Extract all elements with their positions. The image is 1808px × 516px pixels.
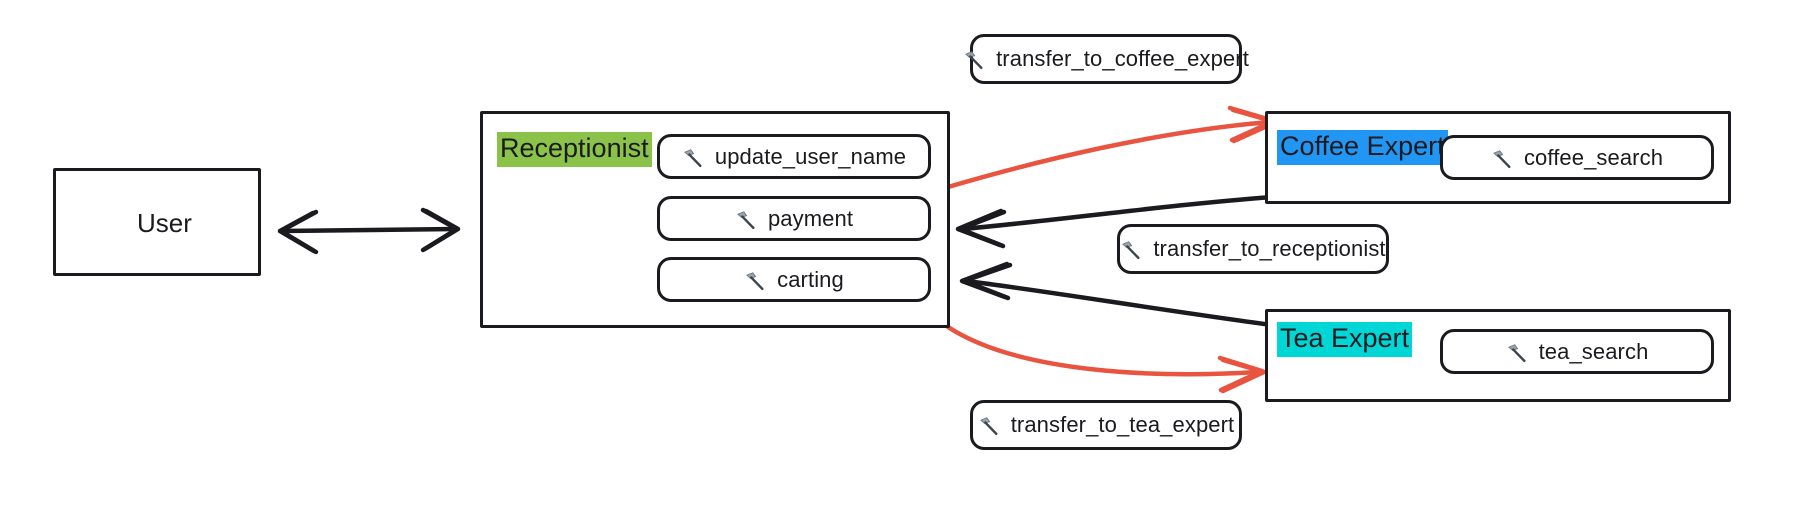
edge-label-text: transfer_to_coffee_expert bbox=[996, 46, 1249, 71]
hammer-icon bbox=[1120, 239, 1142, 261]
edge-label-transfer-to-coffee-expert[interactable]: transfer_to_coffee_expert bbox=[965, 34, 1249, 84]
tool-label: coffee_search bbox=[1523, 144, 1664, 170]
tool-pill-tea-search[interactable]: tea_search bbox=[1440, 329, 1714, 374]
hammer-icon bbox=[682, 147, 704, 169]
tool-pill-carting[interactable]: carting bbox=[657, 257, 931, 302]
hammer-icon bbox=[963, 49, 985, 71]
node-coffee-expert-label: Coffee Expert bbox=[1277, 130, 1448, 165]
tool-label: carting bbox=[777, 266, 844, 292]
edge-label-transfer-to-tea-expert[interactable]: transfer_to_tea_expert bbox=[970, 400, 1242, 450]
tool-pill-payment[interactable]: payment bbox=[657, 196, 931, 241]
edge-label-text: transfer_to_receptionist bbox=[1153, 236, 1386, 261]
hammer-icon bbox=[978, 415, 1000, 437]
hammer-icon bbox=[1491, 148, 1513, 170]
node-tea-expert-label: Tea Expert bbox=[1277, 322, 1413, 357]
node-receptionist-label: Receptionist bbox=[497, 132, 652, 167]
node-user-label: User bbox=[137, 208, 192, 238]
tool-label: tea_search bbox=[1538, 338, 1649, 364]
arrow-receptionist-to-coffee-expert bbox=[945, 105, 1279, 190]
edge-label-text: transfer_to_tea_expert bbox=[1010, 412, 1235, 437]
edge-label-transfer-to-receptionist[interactable]: transfer_to_receptionist bbox=[1117, 224, 1389, 274]
arrow-user-receptionist bbox=[277, 207, 461, 255]
tool-pill-coffee-search[interactable]: coffee_search bbox=[1440, 135, 1714, 180]
hammer-icon bbox=[735, 209, 757, 231]
tool-label: payment bbox=[767, 205, 854, 231]
arrow-receptionist-to-tea-expert bbox=[945, 324, 1267, 394]
hammer-icon bbox=[1506, 342, 1528, 364]
tool-pill-update-user-name[interactable]: update_user_name bbox=[657, 134, 931, 179]
tool-label: update_user_name bbox=[714, 143, 907, 169]
hammer-icon bbox=[744, 270, 766, 292]
diagram-canvas: User Receptionist update_user_name payme… bbox=[0, 0, 1808, 516]
